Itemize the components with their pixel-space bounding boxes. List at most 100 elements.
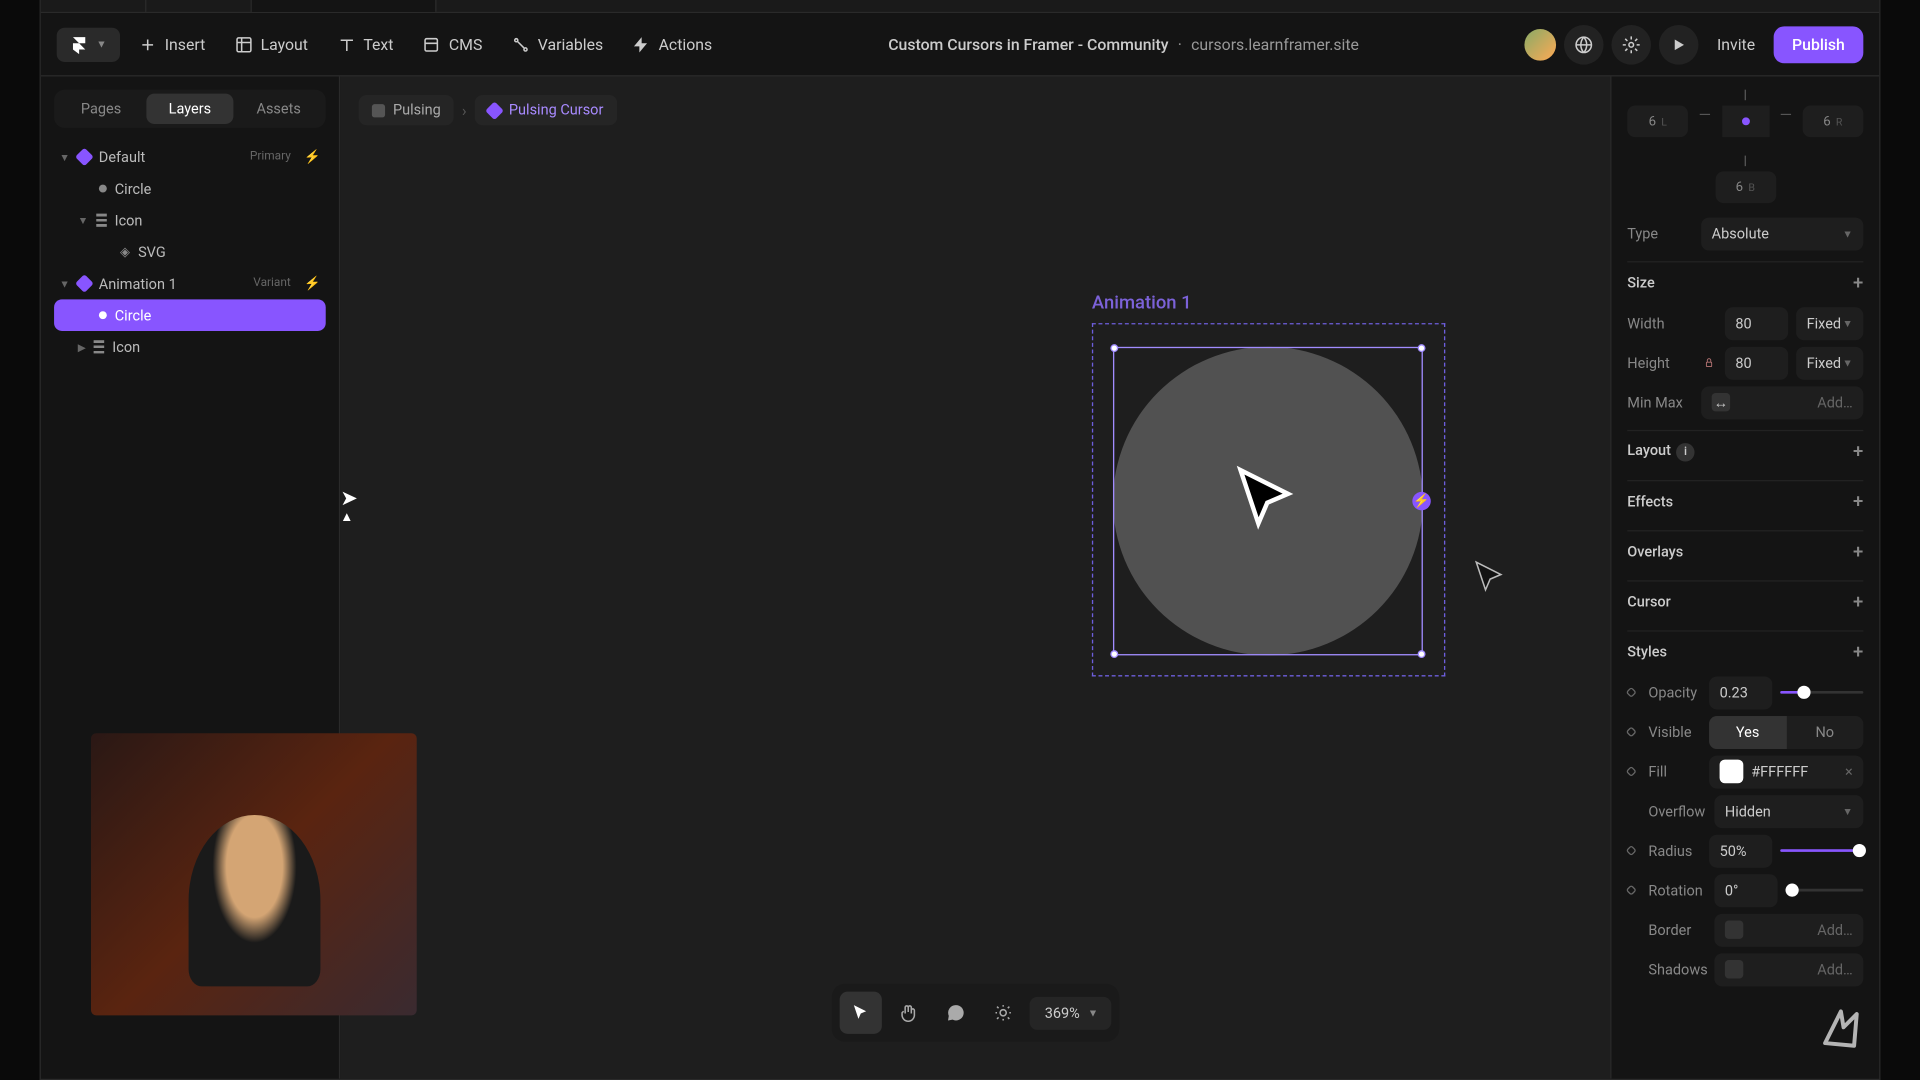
height-mode-select[interactable]: Fixed▼ <box>1796 346 1863 379</box>
breadcrumb-cursor[interactable]: Pulsing Cursor <box>475 95 617 125</box>
cms-label: CMS <box>449 35 483 53</box>
text-label: Text <box>363 35 393 53</box>
tab-active[interactable] <box>252 0 437 12</box>
interaction-handle[interactable]: ⚡ <box>1412 492 1430 510</box>
visible-toggle[interactable]: YesNo <box>1709 715 1863 748</box>
minmax-button[interactable]: ↔Add… <box>1701 386 1863 419</box>
globe-button[interactable] <box>1564 24 1604 64</box>
swatch-icon <box>1725 920 1743 938</box>
tab-pages[interactable]: Pages <box>58 94 144 124</box>
tab[interactable] <box>146 0 251 12</box>
layer-default[interactable]: ▼DefaultPrimary⚡ <box>54 141 326 173</box>
rotation-label: Rotation <box>1648 882 1706 899</box>
lock-icon[interactable] <box>1704 356 1715 369</box>
layer-circle-selected[interactable]: Circle <box>54 299 326 331</box>
value: #FFFFFF <box>1751 763 1808 780</box>
framer-menu-button[interactable]: ▼ <box>57 27 120 61</box>
minmax-label: Min Max <box>1627 394 1693 411</box>
text-button[interactable]: Text <box>326 27 404 61</box>
add-size-button[interactable]: + <box>1853 272 1863 293</box>
width-input[interactable]: 80 <box>1725 307 1788 340</box>
tab-layers[interactable]: Layers <box>147 94 233 124</box>
anchor-center[interactable] <box>1722 105 1769 137</box>
opacity-input[interactable]: 0.23 <box>1709 676 1772 709</box>
layer-label: Circle <box>115 307 152 324</box>
border-button[interactable]: Add… <box>1714 913 1863 946</box>
resize-handle[interactable] <box>1110 650 1118 658</box>
watermark-logo-icon <box>1815 1001 1868 1054</box>
invite-button[interactable]: Invite <box>1706 27 1765 61</box>
width-mode-select[interactable]: Fixed▼ <box>1796 307 1863 340</box>
add-cursor-button[interactable]: + <box>1853 591 1863 612</box>
opacity-label: Opacity <box>1648 684 1701 701</box>
bolt-icon <box>632 35 650 53</box>
type-label: Type <box>1627 225 1693 242</box>
height-label: Height <box>1627 354 1693 371</box>
layer-label: Circle <box>115 180 152 197</box>
left-offset-input[interactable]: 6L <box>1627 105 1688 137</box>
dot-icon <box>99 185 107 193</box>
add-style-button[interactable]: + <box>1853 642 1863 663</box>
canvas[interactable]: Pulsing › Pulsing Cursor ➤▲ Animation 1 … <box>340 76 1610 1078</box>
position-type-select[interactable]: Absolute▼ <box>1701 217 1863 250</box>
zoom-control[interactable]: 369%▼ <box>1029 996 1111 1029</box>
add-overlay-button[interactable]: + <box>1853 541 1863 562</box>
radius-slider[interactable] <box>1780 849 1863 852</box>
position-control[interactable]: 6L — — 6R 6B <box>1627 90 1863 203</box>
resize-handle[interactable] <box>1418 650 1426 658</box>
resize-handle[interactable] <box>1110 344 1118 352</box>
insert-button[interactable]: Insert <box>128 27 216 61</box>
offscreen-arrow-icon: ➤▲ <box>340 485 358 525</box>
breadcrumb-pulsing[interactable]: Pulsing <box>359 95 454 125</box>
opacity-slider[interactable] <box>1780 691 1863 694</box>
no-option[interactable]: No <box>1786 715 1863 748</box>
cursor-header: Cursor <box>1627 593 1670 610</box>
layer-svg[interactable]: ◈SVG <box>54 236 326 268</box>
rotation-slider[interactable] <box>1786 889 1864 892</box>
layer-animation1[interactable]: ▼Animation 1Variant⚡ <box>54 268 326 300</box>
dot-icon <box>99 311 107 319</box>
swatch-icon <box>1725 960 1743 978</box>
resize-handle[interactable] <box>1418 344 1426 352</box>
tab-assets[interactable]: Assets <box>236 94 322 124</box>
radius-input[interactable]: 50% <box>1709 834 1772 867</box>
layer-icon[interactable]: ▶Icon <box>54 331 326 363</box>
select-tool-button[interactable] <box>839 992 881 1034</box>
close-icon[interactable]: × <box>1845 763 1853 780</box>
layout-button[interactable]: Layout <box>224 27 319 61</box>
add-effect-button[interactable]: + <box>1853 491 1863 512</box>
rotation-input[interactable]: 0° <box>1714 874 1777 907</box>
indicator-icon <box>1626 687 1637 698</box>
theme-toggle-button[interactable] <box>981 992 1023 1034</box>
comment-tool-button[interactable] <box>934 992 976 1034</box>
add-layout-button[interactable]: + <box>1853 441 1863 462</box>
document-title[interactable]: Custom Cursors in Framer - Community · c… <box>731 35 1517 53</box>
frame-title[interactable]: Animation 1 <box>1092 293 1192 314</box>
fill-input[interactable]: #FFFFFF × <box>1709 755 1863 788</box>
layer-circle[interactable]: Circle <box>54 173 326 205</box>
yes-option[interactable]: Yes <box>1709 715 1786 748</box>
shadows-label: Shadows <box>1648 961 1706 978</box>
actions-button[interactable]: Actions <box>622 27 723 61</box>
avatar[interactable] <box>1524 28 1556 60</box>
chevron-down-icon: ▼ <box>1088 1007 1098 1019</box>
value: Fixed <box>1807 354 1841 371</box>
actions-label: Actions <box>659 35 713 53</box>
publish-button[interactable]: Publish <box>1774 26 1864 63</box>
variables-button[interactable]: Variables <box>501 27 614 61</box>
cms-button[interactable]: CMS <box>412 27 493 61</box>
hand-tool-button[interactable] <box>886 992 928 1034</box>
overflow-select[interactable]: Hidden▼ <box>1714 795 1863 828</box>
settings-button[interactable] <box>1611 24 1651 64</box>
bottom-offset-input[interactable]: 6B <box>1715 171 1776 203</box>
indicator-icon <box>1626 766 1637 777</box>
value: Absolute <box>1712 225 1769 242</box>
tab[interactable] <box>41 0 146 12</box>
height-input[interactable]: 80 <box>1725 346 1788 379</box>
right-offset-input[interactable]: 6R <box>1802 105 1863 137</box>
play-button[interactable] <box>1659 24 1699 64</box>
layer-icon[interactable]: ▼Icon <box>54 204 326 236</box>
layer-badge: Primary <box>250 150 291 163</box>
shadows-button[interactable]: Add… <box>1714 953 1863 986</box>
info-icon[interactable]: i <box>1676 443 1694 461</box>
